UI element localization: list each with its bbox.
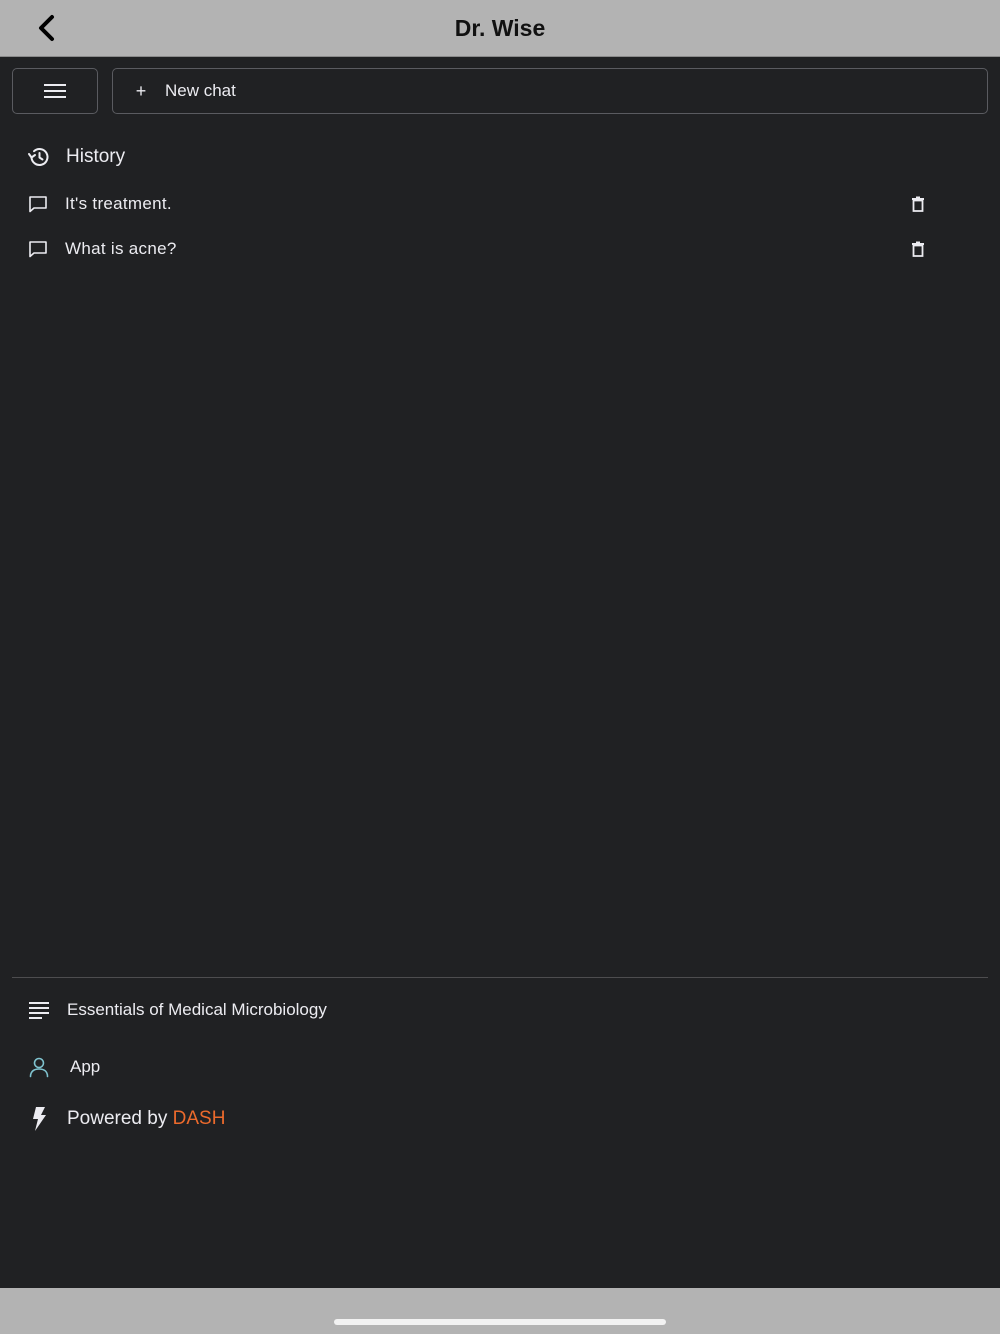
powered-by-prefix: Powered by bbox=[67, 1108, 173, 1129]
plus-icon: + bbox=[135, 80, 147, 101]
trash-icon[interactable] bbox=[907, 193, 929, 215]
top-navigation-bar: Dr. Wise bbox=[0, 0, 1000, 57]
powered-by-label: Powered by DASH bbox=[67, 1108, 225, 1130]
user-icon bbox=[27, 1055, 51, 1079]
message-icon bbox=[27, 238, 49, 260]
history-section-header: History bbox=[27, 141, 125, 173]
home-indicator[interactable] bbox=[334, 1319, 666, 1325]
menu-button[interactable] bbox=[12, 68, 98, 114]
sidebar-panel: + New chat History It's treatment. What … bbox=[0, 57, 1000, 1288]
text-lines-icon bbox=[27, 998, 51, 1022]
hamburger-menu-icon bbox=[44, 84, 66, 98]
book-link[interactable]: Essentials of Medical Microbiology bbox=[27, 993, 327, 1027]
app-link[interactable]: App bbox=[27, 1050, 100, 1084]
dash-brand: DASH bbox=[172, 1108, 226, 1129]
history-item[interactable]: It's treatment. bbox=[12, 184, 988, 224]
page-title: Dr. Wise bbox=[454, 15, 546, 41]
history-item-label: It's treatment. bbox=[65, 194, 172, 213]
bottom-bar bbox=[0, 1288, 1000, 1334]
new-chat-label: New chat bbox=[165, 81, 236, 100]
new-chat-button[interactable]: + New chat bbox=[112, 68, 988, 114]
footer-divider bbox=[12, 977, 988, 978]
trash-icon[interactable] bbox=[907, 238, 929, 260]
history-icon bbox=[28, 148, 49, 166]
history-title: History bbox=[66, 146, 126, 167]
history-item-label: What is acne? bbox=[65, 239, 177, 258]
app-label: App bbox=[70, 1057, 101, 1076]
history-item[interactable]: What is acne? bbox=[12, 229, 988, 269]
message-icon bbox=[27, 193, 49, 215]
lightning-bolt-icon bbox=[27, 1107, 51, 1131]
powered-by-link[interactable]: Powered by DASH bbox=[27, 1102, 225, 1136]
book-title: Essentials of Medical Microbiology bbox=[67, 1000, 327, 1019]
